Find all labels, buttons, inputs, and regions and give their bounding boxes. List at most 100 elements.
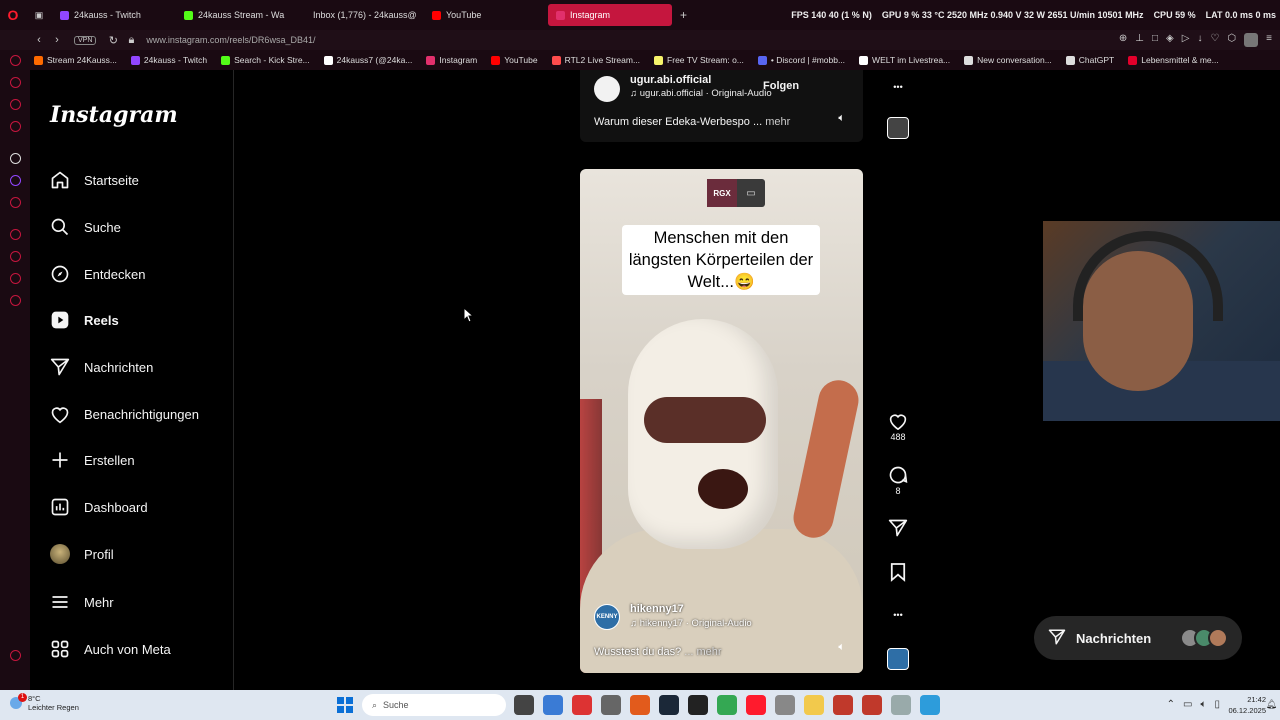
nav-item-erstellen[interactable]: Erstellen xyxy=(50,445,135,475)
calculator-icon[interactable] xyxy=(543,695,563,715)
extensions-side-icon[interactable] xyxy=(10,273,21,284)
youtube-side-icon[interactable] xyxy=(10,197,21,208)
vpn-badge[interactable]: VPN xyxy=(74,35,97,45)
download-icon[interactable]: ↓ xyxy=(1197,33,1202,47)
snapshot-icon[interactable]: □ xyxy=(1152,33,1158,47)
reload-icon[interactable]: ↻ xyxy=(104,34,122,47)
nav-item-benachrichtigungen[interactable]: Benachrichtigungen xyxy=(50,399,199,429)
taskbar-search[interactable]: ⌕ Suche xyxy=(362,694,506,716)
nav-item-suche[interactable]: Suche xyxy=(50,212,121,242)
app-voicemeeter2-icon[interactable] xyxy=(862,695,882,715)
reel-more-link[interactable]: ... mehr xyxy=(684,646,721,658)
heart-icon[interactable]: ♡ xyxy=(1210,33,1219,47)
nav-item-profil[interactable]: Profil xyxy=(50,539,114,569)
reel-audio[interactable]: ♫ hikenny17 · Original-Audio xyxy=(630,618,752,629)
bookmark-item[interactable]: 24kauss - Twitch xyxy=(130,55,207,65)
nav-item-reels[interactable]: Reels xyxy=(50,305,119,335)
chrome-icon[interactable] xyxy=(717,695,737,715)
history-icon[interactable] xyxy=(10,229,21,240)
browser-tab[interactable]: 24kauss - Twitch xyxy=(52,4,172,26)
bookmark-item[interactable]: • Discord | #mobb... xyxy=(757,55,845,65)
prev-reel-avatar[interactable] xyxy=(594,76,620,102)
nav-item-mehr[interactable]: Mehr xyxy=(50,587,114,617)
reel-user-avatar[interactable]: KENNY xyxy=(594,604,620,630)
follow-button[interactable]: Folgen xyxy=(763,80,799,92)
app-blue-icon[interactable] xyxy=(920,695,940,715)
app-voicemeeter-icon[interactable] xyxy=(833,695,853,715)
app-red-icon[interactable] xyxy=(572,695,592,715)
more-options-icon[interactable]: ••• xyxy=(886,76,910,98)
app-dark-icon[interactable] xyxy=(688,695,708,715)
shield-icon[interactable]: ◈ xyxy=(1166,33,1174,47)
bookmark-item[interactable]: Stream 24Kauss... xyxy=(34,55,117,65)
bookmark-item[interactable]: Lebensmittel & me... xyxy=(1128,55,1219,65)
comment-button[interactable]: 8 xyxy=(886,464,910,496)
bookmark-item[interactable]: ChatGPT xyxy=(1065,55,1114,65)
mouse-app-icon[interactable] xyxy=(775,695,795,715)
workspace-icon[interactable]: ▣ xyxy=(26,10,52,21)
file-explorer-icon[interactable] xyxy=(804,695,824,715)
opera-logo-icon[interactable]: O xyxy=(0,0,26,30)
notification-bell-icon[interactable]: 🔔︎ xyxy=(1266,699,1277,710)
forward-icon[interactable]: › xyxy=(48,34,66,46)
opera-gx-icon[interactable] xyxy=(746,695,766,715)
bookmark-item[interactable]: YouTube xyxy=(491,55,538,65)
pin-icon[interactable]: ⊥ xyxy=(1135,33,1144,47)
task-view-icon[interactable] xyxy=(514,695,534,715)
settings-side-icon[interactable] xyxy=(10,295,21,306)
audio-thumbnail[interactable] xyxy=(887,648,909,670)
bookmark-item[interactable]: WELT im Livestrea... xyxy=(859,55,950,65)
battery-icon[interactable]: ▯ xyxy=(1214,699,1220,710)
reel-username[interactable]: hikenny17 xyxy=(630,603,684,615)
clock[interactable]: 21:42 06.12.2025 xyxy=(1228,694,1266,716)
app-gear-icon[interactable] xyxy=(891,695,911,715)
share-button[interactable] xyxy=(886,517,910,539)
instagram-side-icon[interactable] xyxy=(10,77,21,88)
nav-item-startseite[interactable]: Startseite xyxy=(50,165,139,195)
prev-reel-more-link[interactable]: mehr xyxy=(765,116,790,128)
firefox-icon[interactable] xyxy=(630,695,650,715)
messenger-icon[interactable] xyxy=(10,55,21,66)
nav-item-auch-von-meta[interactable]: Auch von Meta xyxy=(50,634,171,664)
weather-widget[interactable]: 1 8°C Leichter Regen xyxy=(10,693,79,712)
like-button[interactable]: 488 xyxy=(886,410,910,442)
volume-icon[interactable]: 🔈︎ xyxy=(838,641,845,654)
app-circle-icon[interactable] xyxy=(601,695,621,715)
browser-tab[interactable]: 24kauss Stream - Wa xyxy=(176,4,296,26)
prev-audio-thumbnail[interactable] xyxy=(887,117,909,139)
twitch-side-icon[interactable] xyxy=(10,175,21,186)
messages-button[interactable]: Nachrichten xyxy=(1034,616,1242,660)
prev-reel-username[interactable]: ugur.abi.official xyxy=(630,74,711,86)
menu-icon[interactable]: ≡ xyxy=(1266,33,1272,47)
play-icon[interactable]: ▷ xyxy=(1182,33,1190,47)
more-options-icon[interactable]: ••• xyxy=(886,604,910,626)
bookmark-item[interactable]: 24kauss7 (@24ka... xyxy=(323,55,412,65)
clock-icon[interactable] xyxy=(10,251,21,262)
previous-reel[interactable]: ugur.abi.official ♫ ugur.abi.official · … xyxy=(580,70,863,142)
bookmark-item[interactable]: Search - Kick Stre... xyxy=(221,55,310,65)
zoom-icon[interactable]: ⊕ xyxy=(1119,33,1127,47)
bookmark-item[interactable]: Instagram xyxy=(426,55,477,65)
browser-tab[interactable]: Inbox (1,776) - 24kauss@ xyxy=(300,4,420,26)
volume-icon[interactable]: 🔈︎ xyxy=(1200,699,1206,710)
gx-icon[interactable] xyxy=(10,650,21,661)
nav-item-nachrichten[interactable]: Nachrichten xyxy=(50,352,153,382)
browser-tab[interactable]: Instagram xyxy=(548,4,672,26)
nav-item-dashboard[interactable]: Dashboard xyxy=(50,492,148,522)
instagram-logo[interactable]: Instagram xyxy=(50,102,178,128)
extensions-icon[interactable]: ⬡ xyxy=(1227,33,1236,47)
chevron-up-icon[interactable]: ⌃ xyxy=(1167,699,1175,710)
url-field[interactable]: www.instagram.com/reels/DR6wsa_DB41/ xyxy=(146,35,315,45)
gmail-side-icon[interactable] xyxy=(10,121,21,132)
volume-icon[interactable]: 🔈︎ xyxy=(838,112,845,125)
windows-start-icon[interactable] xyxy=(337,697,353,713)
browser-tab[interactable]: YouTube xyxy=(424,4,544,26)
current-reel-video[interactable]: RGX ▭ Menschen mit den längsten Körperte… xyxy=(580,169,863,673)
new-tab-button[interactable]: + xyxy=(680,8,687,22)
back-icon[interactable]: ‹ xyxy=(30,34,48,46)
whatsapp-icon[interactable] xyxy=(10,99,21,110)
aria-icon[interactable] xyxy=(10,153,21,164)
nav-item-entdecken[interactable]: Entdecken xyxy=(50,259,145,289)
save-button[interactable] xyxy=(886,561,910,583)
network-icon[interactable]: ▭ xyxy=(1183,699,1192,710)
